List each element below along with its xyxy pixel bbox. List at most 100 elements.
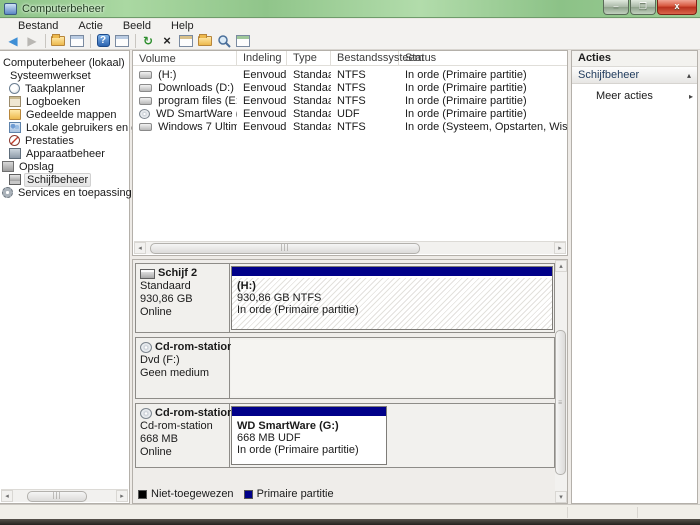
minimize-button[interactable]: – [603, 0, 629, 15]
disk-label-schijf2[interactable]: Schijf 2 Standaard 930,86 GB Online [136, 264, 230, 332]
sidebar-item-systeemwerkset[interactable]: Systeemwerkset [8, 69, 93, 82]
partition-title: (H:) [237, 280, 256, 292]
scroll-right-arrow[interactable]: ▸ [116, 490, 128, 502]
device-manager-icon [9, 148, 21, 159]
sidebar-item-gedeelde-mappen[interactable]: Gedeelde mappen [9, 108, 119, 121]
sidebar-item-services[interactable]: Services en toepassingen [2, 186, 146, 199]
volume-list-horizontal-scrollbar[interactable]: ◂ ||| ▸ [134, 241, 566, 254]
volume-status: In orde (Primaire partitie) [405, 107, 527, 120]
console-window-button[interactable] [68, 33, 86, 49]
sidebar-item-label: Services en toepassingen [18, 186, 144, 199]
volume-layout: Eenvoudig [243, 107, 287, 120]
performance-icon [9, 135, 20, 146]
sidebar-item-label: Schijfbeheer [24, 172, 92, 187]
show-console-tree-button[interactable] [49, 33, 67, 49]
column-header-bestandssysteem[interactable]: Bestandssysteem [331, 51, 424, 65]
toolbar-separator [90, 33, 91, 48]
volume-row-g[interactable]: WD SmartWare (G:) Eenvoudig Standaard UD… [133, 107, 567, 120]
partition-h[interactable]: (H:) 930,86 GB NTFS In orde (Primaire pa… [231, 266, 553, 330]
event-log-icon [9, 96, 21, 107]
actions-section-schijfbeheer[interactable]: Schijfbeheer ▴ [572, 67, 697, 84]
volume-row-e[interactable]: program files (E:) Eenvoudig Standaard N… [133, 94, 567, 107]
disk-status: Geen medium [140, 367, 210, 379]
disk-label-cdrom0[interactable]: Cd-rom-station 0 Dvd (F:) Geen medium [136, 338, 243, 398]
open-button[interactable] [196, 33, 214, 49]
sidebar-item-schijfbeheer[interactable]: Schijfbeheer [9, 172, 92, 187]
volume-filesystem: NTFS [337, 120, 366, 133]
collapse-arrow-icon[interactable]: ▴ [687, 71, 691, 80]
refresh-button[interactable]: ↻ [139, 33, 157, 49]
volume-name: WD SmartWare (G:) [156, 107, 237, 120]
sidebar-item-apparaatbeheer[interactable]: Apparaatbeheer [9, 147, 107, 160]
sidebar-item-logboeken[interactable]: Logboeken [9, 95, 82, 108]
scroll-left-arrow[interactable]: ◂ [1, 490, 13, 502]
column-header-status[interactable]: Status [399, 51, 567, 65]
menu-help[interactable]: Help [161, 20, 204, 32]
more-actions-label: Meer acties [596, 90, 653, 102]
delete-button[interactable]: × [158, 33, 176, 49]
volume-name: Downloads (D:) [158, 81, 234, 94]
show-action-pane-button[interactable] [113, 33, 131, 49]
volume-type: Standaard [293, 94, 331, 107]
cd-icon [139, 108, 150, 119]
menu-beeld[interactable]: Beeld [113, 20, 161, 32]
empty-media-area [231, 340, 553, 396]
legend-label: Niet-toegewezen [151, 488, 234, 500]
computer-management-window: Computerbeheer – ❐ x Bestand Actie Beeld… [0, 0, 700, 525]
disk-row-schijf2[interactable]: Schijf 2 Standaard 930,86 GB Online (H:)… [135, 263, 555, 333]
menu-actie[interactable]: Actie [68, 20, 112, 32]
properties-icon [179, 34, 193, 47]
sidebar-item-opslag[interactable]: Opslag [2, 160, 56, 173]
volume-layout: Eenvoudig [243, 120, 287, 133]
disk-pane-vertical-scrollbar[interactable]: ▴ ≡ ▾ [555, 260, 567, 503]
cd-drive-icon [140, 408, 152, 419]
sidebar-item-taakplanner[interactable]: Taakplanner [9, 82, 87, 95]
back-button[interactable]: ◀ [4, 33, 22, 49]
forward-icon: ▶ [27, 33, 37, 48]
properties-button[interactable] [177, 33, 195, 49]
close-button[interactable]: x [657, 0, 697, 15]
column-header-type[interactable]: Type [287, 51, 331, 65]
disk-size: 668 MB [140, 433, 178, 445]
sidebar-item-computerbeheer[interactable]: Computerbeheer (lokaal) [1, 56, 127, 69]
find-button[interactable] [215, 33, 233, 49]
sidebar-horizontal-scrollbar[interactable]: ◂ ||| ▸ [1, 489, 128, 502]
disk-label-cdrom4[interactable]: Cd-rom-station 4 Cd-rom-station 668 MB O… [136, 404, 243, 467]
scroll-down-arrow[interactable]: ▾ [555, 491, 567, 503]
folder-icon [51, 33, 65, 46]
disk-name: Cd-rom-station 0 [155, 341, 243, 353]
new-window-button[interactable] [234, 33, 252, 49]
menu-bestand[interactable]: Bestand [8, 20, 68, 32]
partition-size: 930,86 GB NTFS [237, 292, 322, 304]
hard-disk-icon [140, 268, 155, 279]
drive-icon [139, 70, 152, 79]
window-titlebar[interactable]: Computerbeheer – ❐ x [0, 0, 700, 18]
scroll-left-arrow[interactable]: ◂ [134, 242, 146, 254]
toolbar-separator [45, 33, 46, 48]
taskbar-edge [0, 519, 700, 525]
sidebar-item-label: Systeemwerkset [10, 69, 91, 82]
disk-row-cdrom4[interactable]: Cd-rom-station 4 Cd-rom-station 668 MB O… [135, 403, 555, 468]
magnifier-icon [218, 34, 231, 48]
forward-button[interactable]: ▶ [23, 33, 41, 49]
sidebar-item-prestaties[interactable]: Prestaties [9, 134, 76, 147]
maximize-button[interactable]: ❐ [630, 0, 656, 15]
help-button[interactable]: ? [94, 33, 112, 49]
volume-row-h[interactable]: (H:) Eenvoudig Standaard NTFS In orde (P… [133, 68, 567, 81]
actions-more-acties[interactable]: Meer acties ▸ [572, 88, 697, 104]
partition-status: In orde (Primaire partitie) [237, 304, 359, 316]
column-header-volume[interactable]: Volume [133, 51, 237, 65]
disk-row-cdrom0[interactable]: Cd-rom-station 0 Dvd (F:) Geen medium [135, 337, 555, 399]
shared-folder-icon [9, 109, 21, 120]
sidebar-item-label: Opslag [19, 160, 54, 173]
volume-layout: Eenvoudig [243, 94, 287, 107]
partition-g[interactable]: WD SmartWare (G:) 668 MB UDF In orde (Pr… [231, 406, 387, 465]
volume-row-d[interactable]: Downloads (D:) Eenvoudig Standaard NTFS … [133, 81, 567, 94]
scroll-up-arrow[interactable]: ▴ [555, 260, 567, 272]
window-controls: – ❐ x [602, 0, 697, 15]
scroll-right-arrow[interactable]: ▸ [554, 242, 566, 254]
volume-row-c[interactable]: Windows 7 Ultimate (C:) Eenvoudig Standa… [133, 120, 567, 133]
refresh-icon: ↻ [142, 33, 154, 48]
column-header-indeling[interactable]: Indeling [237, 51, 287, 65]
volume-list-panel: Volume Indeling Type Bestandssysteem Sta… [132, 50, 568, 256]
